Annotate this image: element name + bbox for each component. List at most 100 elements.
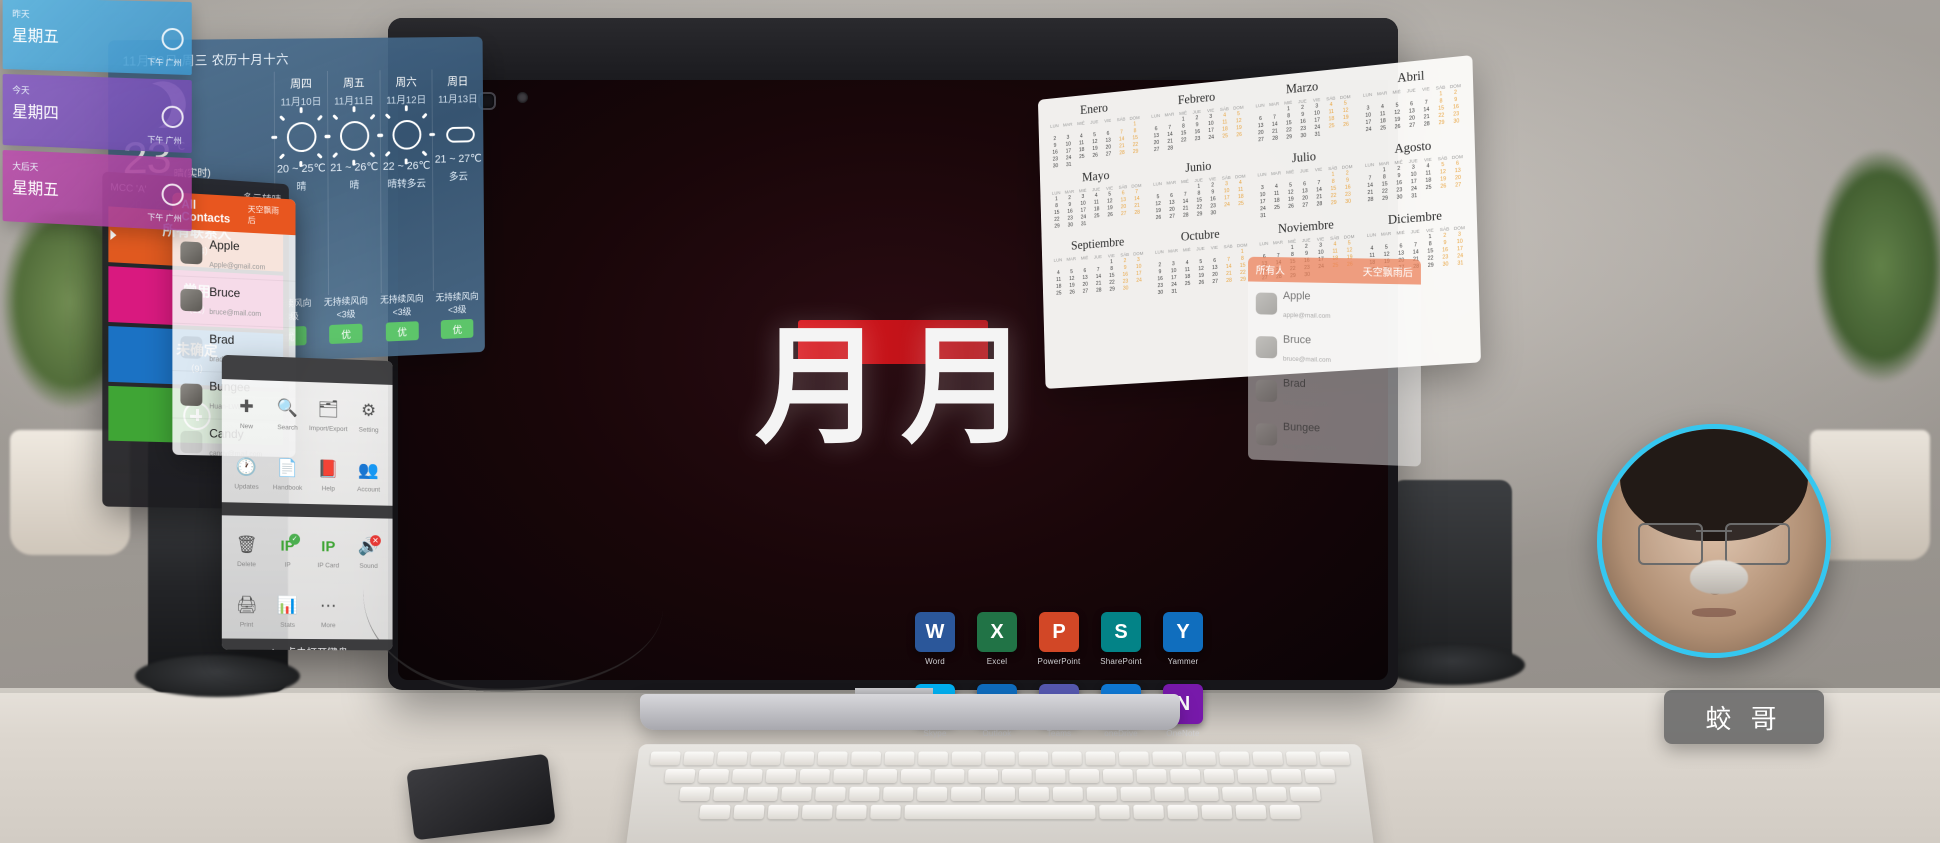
calendar-day[interactable]: 10 bbox=[1452, 238, 1467, 246]
calendar-day[interactable]: 26 bbox=[1152, 214, 1166, 221]
calendar-day[interactable]: 26 bbox=[1436, 183, 1451, 190]
keyboard-key[interactable] bbox=[731, 769, 763, 784]
keyboard-key[interactable] bbox=[1255, 786, 1287, 801]
weather-day-1[interactable]: 周五 11月11日 21 ~ 26℃ 晴 bbox=[324, 70, 384, 296]
calendar-day[interactable]: 25 bbox=[1090, 213, 1104, 220]
control-button-updates[interactable]: 🕐 Updates bbox=[226, 448, 267, 497]
calendar-day[interactable]: 15 bbox=[1423, 248, 1438, 255]
calendar-day[interactable]: 28 bbox=[1115, 150, 1129, 157]
calendar-day[interactable]: 15 bbox=[1105, 272, 1119, 279]
keyboard[interactable] bbox=[624, 744, 1376, 843]
calendar-day[interactable]: 28 bbox=[1179, 212, 1193, 219]
calendar-day[interactable]: 21 bbox=[1092, 280, 1106, 287]
keyboard-key[interactable] bbox=[904, 804, 1096, 820]
calendar-day[interactable]: 26 bbox=[1284, 203, 1298, 210]
calendar-day[interactable]: 10 bbox=[1167, 268, 1181, 275]
keyboard-key[interactable] bbox=[1203, 769, 1235, 784]
calendar-day[interactable]: 27 bbox=[1254, 136, 1268, 144]
control-button-ip[interactable]: IP ✓ IP bbox=[267, 526, 308, 575]
calendar-day[interactable]: 30 bbox=[1438, 261, 1453, 268]
keyboard-key[interactable] bbox=[1170, 769, 1201, 784]
calendar-day[interactable]: 26 bbox=[1232, 131, 1246, 139]
calendar-day[interactable]: 27 bbox=[1079, 288, 1092, 295]
calendar-day[interactable]: 19 bbox=[1194, 272, 1208, 279]
calendar-day[interactable]: 30 bbox=[1449, 118, 1464, 126]
keyboard-key[interactable] bbox=[750, 751, 781, 766]
keyboard-key[interactable] bbox=[1319, 751, 1351, 766]
control-button-sound[interactable]: 🔊 ✕ Sound bbox=[349, 528, 389, 576]
calendar-day[interactable]: 7 bbox=[1091, 267, 1105, 274]
keyboard-key[interactable] bbox=[918, 751, 948, 766]
keyboard-key[interactable] bbox=[679, 786, 711, 801]
keyboard-key[interactable] bbox=[1052, 786, 1083, 801]
control-panel-row-3[interactable]: 🗑 Delete IP ✓ IP IP IP Card 🔊 ✕ Sound bbox=[222, 517, 393, 580]
control-panel-row-1[interactable]: ✚ New 🔍 Search 🗂 Import/Export ⚙ Setting bbox=[222, 379, 393, 444]
calendar-day[interactable]: 16 bbox=[1438, 247, 1453, 254]
keyboard-key[interactable] bbox=[1201, 804, 1233, 820]
keyboard-key[interactable] bbox=[849, 786, 880, 801]
calendar-day[interactable]: 13 bbox=[1078, 274, 1091, 281]
calendar-day[interactable]: 23 bbox=[1153, 283, 1167, 290]
calendar-day[interactable]: 31 bbox=[1256, 212, 1270, 219]
keyboard-key[interactable] bbox=[1018, 786, 1049, 801]
calendar-day[interactable]: 12 bbox=[1342, 247, 1357, 254]
calendar-day[interactable]: 11 bbox=[1328, 248, 1342, 255]
calendar-day[interactable]: 30 bbox=[1392, 194, 1407, 201]
calendar-day[interactable]: 30 bbox=[1119, 285, 1133, 292]
keyboard-key[interactable] bbox=[1285, 751, 1317, 766]
calendar-day[interactable]: 27 bbox=[1165, 213, 1179, 220]
calendar-day[interactable]: 20 bbox=[1208, 271, 1222, 278]
calendar-day[interactable]: 31 bbox=[1407, 193, 1422, 200]
keyboard-key[interactable] bbox=[1133, 804, 1165, 820]
list-item[interactable]: Bruce bruce@mail.com bbox=[172, 276, 296, 329]
calendar-day[interactable]: 4 bbox=[1052, 270, 1065, 277]
calendar-day[interactable]: 30 bbox=[1154, 289, 1168, 296]
keyboard-key[interactable] bbox=[1120, 786, 1151, 801]
keyboard-key[interactable] bbox=[1069, 769, 1100, 784]
calendar-day[interactable]: 25 bbox=[1324, 123, 1338, 130]
calendar-day[interactable]: 21 bbox=[1222, 270, 1236, 277]
calendar-day[interactable]: 29 bbox=[1050, 223, 1063, 230]
calendar-day[interactable]: 31 bbox=[1062, 161, 1075, 168]
calendar-day[interactable]: 23 bbox=[1119, 278, 1133, 285]
keyboard-key[interactable] bbox=[767, 804, 799, 820]
keyboard-key[interactable] bbox=[1252, 751, 1284, 766]
taskbar-item-powerpoint[interactable]: P PowerPoint bbox=[1030, 612, 1088, 666]
calendar-day[interactable]: 5 bbox=[1342, 240, 1357, 247]
calendar-day[interactable]: 9 bbox=[1437, 239, 1452, 246]
calendar-day[interactable]: 27 bbox=[1208, 278, 1222, 285]
keyboard-key[interactable] bbox=[765, 769, 797, 784]
calendar-day[interactable]: 6 bbox=[1078, 268, 1091, 275]
keyboard-key[interactable] bbox=[1304, 769, 1336, 784]
keyboard-key[interactable] bbox=[1235, 804, 1267, 820]
calendar-day[interactable]: 22 bbox=[1177, 137, 1191, 144]
calendar-day[interactable]: 2 bbox=[1437, 232, 1452, 239]
keyboard-key[interactable] bbox=[1219, 751, 1250, 766]
keyboard-key[interactable] bbox=[783, 751, 815, 766]
calendar-day[interactable]: 24 bbox=[1256, 205, 1270, 212]
calendar-day[interactable]: 8 bbox=[1423, 241, 1438, 248]
calendar-day[interactable]: 2 bbox=[1299, 243, 1313, 250]
keyboard-key[interactable] bbox=[833, 769, 864, 784]
ghost-contacts-panel[interactable]: 所有人 天空飘雨后 Apple apple@mail.com Bruce bruce@… bbox=[1248, 256, 1421, 467]
keyboard-key[interactable] bbox=[733, 804, 765, 820]
calendar-day[interactable]: 12 bbox=[1065, 276, 1078, 283]
calendar-day[interactable]: 26 bbox=[1194, 279, 1208, 286]
calendar-day[interactable]: 14 bbox=[1092, 273, 1106, 280]
control-button-import-export[interactable]: 🗂 Import/Export bbox=[308, 390, 349, 439]
control-button-ip-card[interactable]: IP IP Card bbox=[308, 527, 349, 576]
calendar-day[interactable]: 2 bbox=[1153, 262, 1167, 269]
calendar-day[interactable]: 28 bbox=[1130, 209, 1144, 216]
calendar-day[interactable]: 26 bbox=[1088, 152, 1102, 159]
taskbar-item-yammer[interactable]: Y Yammer bbox=[1154, 612, 1212, 666]
keyboard-key[interactable] bbox=[1154, 786, 1185, 801]
calendar-day[interactable]: 18 bbox=[1181, 274, 1195, 281]
control-button-more[interactable]: ⋯ More bbox=[308, 587, 349, 635]
calendar-day[interactable]: 20 bbox=[1079, 281, 1092, 288]
keyboard-key[interactable] bbox=[815, 786, 846, 801]
calendar-day[interactable]: 29 bbox=[1423, 262, 1438, 269]
keyboard-key[interactable] bbox=[1188, 786, 1219, 801]
calendar-day[interactable]: 29 bbox=[1327, 199, 1341, 207]
calendar-day[interactable]: 13 bbox=[1394, 250, 1409, 257]
calendar-day[interactable]: 29 bbox=[1105, 286, 1119, 293]
